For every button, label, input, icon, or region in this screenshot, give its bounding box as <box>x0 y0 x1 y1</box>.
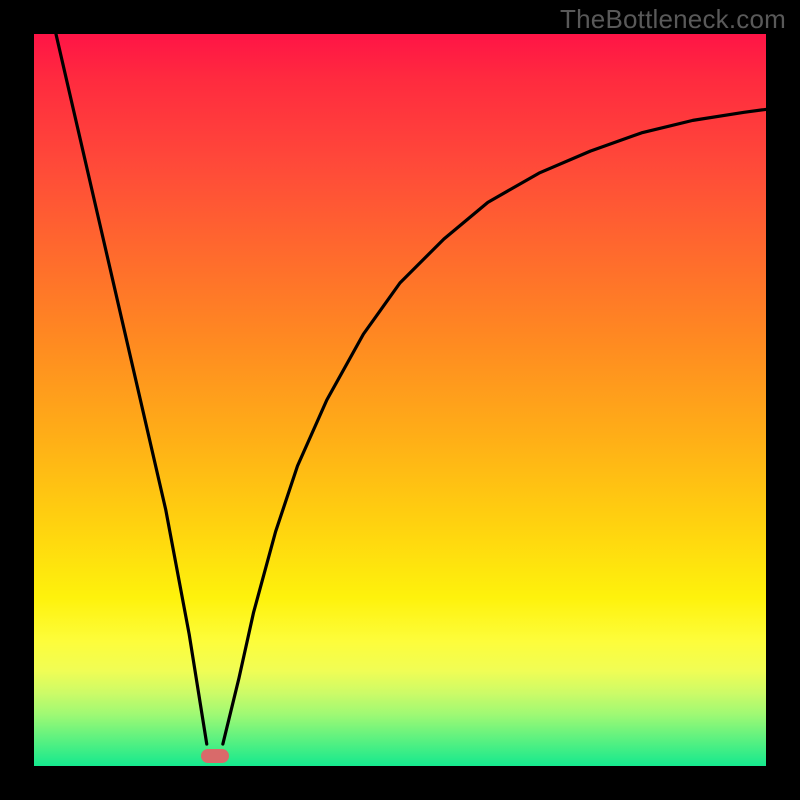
chart-frame: TheBottleneck.com <box>0 0 800 800</box>
optimal-marker <box>201 749 229 763</box>
watermark-text: TheBottleneck.com <box>560 4 786 35</box>
curve-left-branch <box>56 34 207 744</box>
plot-area <box>34 34 766 766</box>
curve-right-branch <box>223 109 766 744</box>
curve-svg <box>34 34 766 766</box>
